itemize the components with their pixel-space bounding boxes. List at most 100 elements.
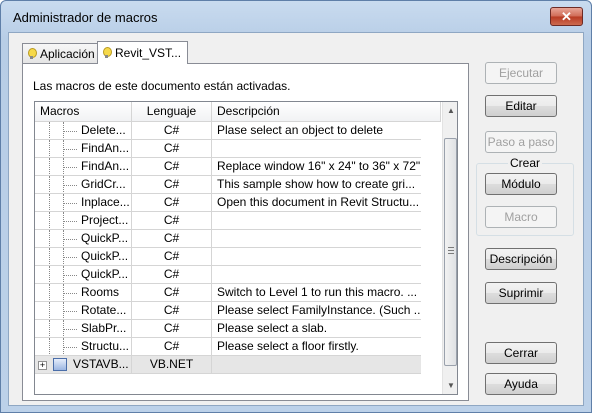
edit-button[interactable]: Editar (485, 95, 557, 117)
tree-connector (63, 221, 77, 222)
macro-language-cell: C# (132, 338, 212, 356)
column-header-lenguaje[interactable]: Lenguaje (132, 102, 212, 122)
grip-icon (448, 247, 454, 254)
macro-name: Delete... (81, 123, 126, 137)
scroll-up-icon[interactable]: ▲ (443, 102, 457, 119)
macro-description-cell (212, 266, 421, 284)
macro-name-cell: Rotate... (35, 302, 132, 320)
macro-name-cell: QuickP... (35, 230, 132, 248)
macro-name: QuickP... (81, 267, 129, 281)
create-group-label: Crear (476, 156, 574, 170)
vertical-scrollbar[interactable]: ▲ ▼ (442, 102, 457, 394)
macro-name-cell: Structu... (35, 338, 132, 356)
table-row[interactable]: Delete... C# Plase select an object to del… (35, 122, 441, 140)
macro-name-cell: QuickP... (35, 248, 132, 266)
macro-language-cell: C# (132, 266, 212, 284)
macro-name: QuickP... (81, 231, 129, 245)
macro-language-cell: C# (132, 230, 212, 248)
close-button[interactable]: Cerrar (485, 342, 557, 364)
macro-name-cell: Delete... (35, 122, 132, 140)
window-title: Administrador de macros (13, 10, 158, 25)
run-button[interactable]: Ejecutar (485, 62, 557, 84)
table-row[interactable]: Rooms C# Switch to Level 1 to run this mac… (35, 284, 441, 302)
create-group-label-text: Crear (507, 156, 542, 170)
lightbulb-icon (27, 48, 37, 60)
macro-language-cell: C# (132, 284, 212, 302)
tab-aplicacion-label: Aplicación (40, 47, 95, 61)
macro-name: Inplace... (81, 195, 130, 209)
group-language-cell: VB.NET (132, 356, 212, 374)
scroll-down-icon[interactable]: ▼ (443, 377, 457, 394)
macro-language-cell: C# (132, 158, 212, 176)
tree-connector (49, 230, 50, 247)
tree-connector (49, 266, 50, 283)
expand-icon[interactable]: + (38, 361, 47, 370)
lightbulb-icon (102, 47, 112, 59)
project-icon (53, 358, 67, 371)
table-row[interactable]: Inplace... C# Open this document in Revit … (35, 194, 441, 212)
macro-description-cell (212, 248, 421, 266)
table-row[interactable]: FindAn... C# (35, 140, 441, 158)
table-row[interactable]: Project... C# (35, 212, 441, 230)
macro-name: Project... (81, 213, 129, 227)
tree-connector (63, 293, 77, 294)
module-button[interactable]: Módulo (485, 173, 557, 195)
grid-rows: Delete... C# Plase select an object to del… (35, 122, 441, 374)
macro-description-cell: Switch to Level 1 to run this macro. ... (212, 284, 421, 302)
dialog-client-area: Aplicación Revit_VST... Las macros de es… (8, 32, 584, 406)
tab-revit-vst[interactable]: Revit_VST... (97, 41, 189, 64)
macro-description-cell: Please select a slab. (212, 320, 421, 338)
macro-language-cell: C# (132, 176, 212, 194)
table-row[interactable]: QuickP... C# (35, 266, 441, 284)
tree-connector (63, 239, 77, 240)
delete-button[interactable]: Suprimir (485, 282, 557, 304)
group-name-cell: + VSTAVB... (35, 356, 132, 374)
tree-connector (63, 131, 77, 132)
macro-button[interactable]: Macro (485, 206, 557, 228)
column-header-descripcion[interactable]: Descripción (212, 102, 441, 122)
table-row[interactable]: FindAn... C# Replace window 16" x 24" to 3… (35, 158, 441, 176)
tree-connector (63, 311, 77, 312)
macro-name-cell: Project... (35, 212, 132, 230)
group-description-cell (212, 356, 421, 374)
table-row-group[interactable]: + VSTAVB... VB.NET (35, 356, 441, 374)
close-window-button[interactable]: ✕ (550, 7, 583, 26)
macro-manager-window: Administrador de macros ✕ Aplicación Rev… (0, 0, 592, 413)
macro-name-cell: FindAn... (35, 140, 132, 158)
macro-description-cell: Please select FamilyInstance. (Such ... (212, 302, 421, 320)
table-row[interactable]: Rotate... C# Please select FamilyInstance.… (35, 302, 441, 320)
table-row[interactable]: GridCr... C# This sample show how to creat… (35, 176, 441, 194)
column-header-macros[interactable]: Macros (35, 102, 132, 122)
table-row[interactable]: QuickP... C# (35, 248, 441, 266)
tree-connector (63, 185, 77, 186)
macros-grid: Macros Lenguaje Descripción Delete... C# P… (34, 101, 458, 395)
tab-panel: Las macros de este documento están activ… (22, 63, 469, 401)
macro-language-cell: C# (132, 194, 212, 212)
table-row[interactable]: QuickP... C# (35, 230, 441, 248)
tab-aplicacion[interactable]: Aplicación (22, 43, 102, 64)
table-row[interactable]: Structu... C# Please select a floor firstl… (35, 338, 441, 356)
scroll-thumb[interactable] (444, 138, 457, 366)
macro-name: FindAn... (81, 159, 130, 173)
description-button[interactable]: Descripción (485, 248, 557, 270)
macro-name: Structu... (81, 339, 130, 353)
help-button[interactable]: Ayuda (485, 373, 557, 395)
macro-name: Rotate... (81, 303, 127, 317)
tree-connector (63, 203, 77, 204)
grid-header: Macros Lenguaje Descripción (35, 102, 441, 122)
tree-connector (63, 347, 77, 348)
macro-name: Rooms (81, 285, 120, 299)
macro-description-cell: Replace window 16" x 24" to 36" x 72" (212, 158, 421, 176)
macros-enabled-message: Las macros de este documento están activ… (33, 79, 291, 93)
macro-name-cell: Rooms (35, 284, 132, 302)
tree-connector (63, 167, 77, 168)
step-into-button[interactable]: Paso a paso (485, 131, 557, 153)
table-row[interactable]: SlabPr... C# Please select a slab. (35, 320, 441, 338)
tree-connector (49, 176, 50, 193)
tree-connector (63, 275, 77, 276)
macro-name-cell: SlabPr... (35, 320, 132, 338)
tree-connector (63, 329, 77, 330)
macro-language-cell: C# (132, 320, 212, 338)
tree-connector (63, 257, 77, 258)
tree-connector (63, 149, 77, 150)
